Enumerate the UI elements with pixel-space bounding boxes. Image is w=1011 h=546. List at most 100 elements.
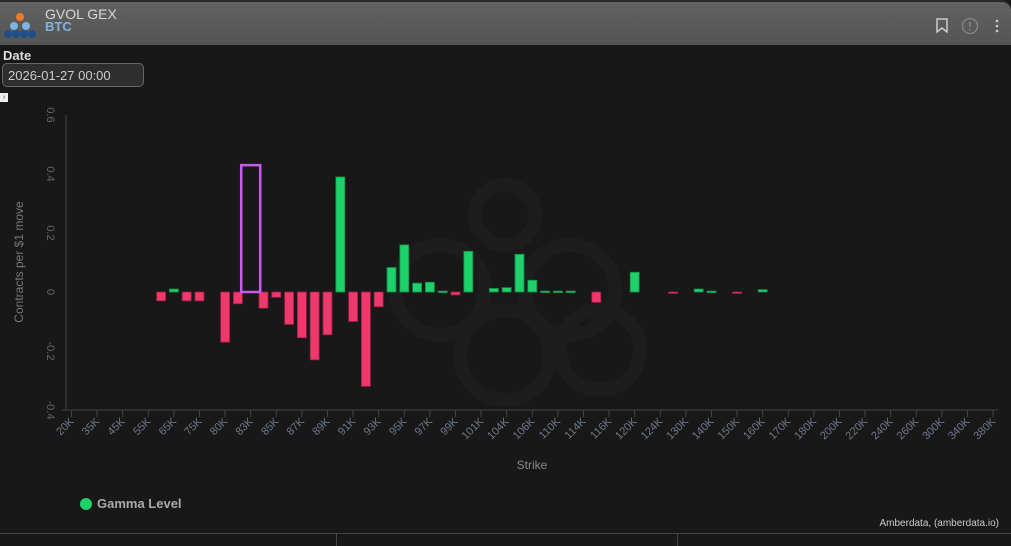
x-tick-label: 95K: [387, 415, 410, 438]
gamma-bar: [527, 279, 538, 293]
x-tick-label: 200K: [818, 415, 845, 442]
date-input[interactable]: [2, 63, 144, 87]
x-tick-label: 83K: [233, 415, 256, 438]
gamma-bar: [348, 291, 359, 322]
gamma-bar: [258, 291, 269, 309]
x-tick-label: 120K: [613, 415, 640, 442]
x-tick-label: 150K: [716, 415, 743, 442]
x-tick-label: 380K: [972, 415, 999, 442]
y-tick-label: 0: [44, 289, 56, 295]
gamma-bar: [565, 290, 576, 294]
x-tick-label: 170K: [767, 415, 794, 442]
x-tick-label: 85K: [259, 415, 282, 438]
y-tick-label: 0.4: [44, 166, 56, 181]
gamma-bar: [629, 271, 640, 293]
footer-bar: [0, 533, 1011, 546]
gamma-bar: [284, 291, 295, 325]
gamma-bar: [309, 291, 320, 361]
gamma-bar: [501, 287, 512, 293]
gamma-bar: [668, 291, 678, 294]
x-tick-label: 65K: [157, 415, 180, 438]
x-tick-label: 101K: [460, 415, 487, 442]
bookmark-icon[interactable]: [935, 18, 949, 34]
footer-divider: [336, 534, 337, 546]
gamma-bar: [424, 281, 435, 293]
watermark: [388, 178, 647, 407]
x-tick-label: 114K: [563, 415, 590, 442]
gamma-bar: [181, 291, 192, 302]
x-tick-label: 91K: [336, 415, 359, 438]
legend-dot-icon: [80, 497, 92, 510]
gamma-bar: [168, 288, 179, 293]
x-tick-label: 35K: [80, 415, 103, 438]
x-tick-label: 104K: [485, 415, 512, 442]
widget-subtitle: BTC: [45, 19, 72, 34]
gamma-bar: [296, 291, 307, 339]
gamma-bar: [386, 267, 397, 293]
gamma-bar: [488, 288, 499, 293]
gamma-bar: [399, 244, 410, 293]
widget-header: GVOL GEX BTC: [0, 0, 1011, 45]
gamma-bar: [232, 291, 243, 305]
gamma-bar: [322, 291, 333, 336]
amberdata-logo-icon: [4, 13, 36, 38]
expand-toggle[interactable]: ›: [0, 93, 8, 102]
footer-divider: [677, 534, 678, 546]
x-tick-label: 130K: [664, 415, 691, 442]
gamma-bar: [591, 291, 602, 303]
x-tick-label: 260K: [895, 415, 922, 442]
date-label: Date: [3, 48, 32, 63]
x-tick-label: 89K: [310, 415, 333, 438]
credit-text[interactable]: Amberdata, (amberdata.io): [879, 518, 999, 529]
legend-item-gamma-level[interactable]: Gamma Level: [80, 496, 182, 511]
x-tick-label: 20K: [54, 415, 77, 438]
x-tick-label: 180K: [792, 415, 819, 442]
x-tick-label: 93K: [361, 415, 384, 438]
gamma-bar: [360, 291, 371, 387]
x-tick-label: 110K: [537, 415, 564, 442]
x-tick-label: 45K: [105, 415, 128, 438]
gamma-bar: [220, 291, 231, 343]
gex-chart: -0.4-0.200.20.40.620K 35K 45K 55K 65K 75K 80K 8…: [12, 107, 999, 472]
x-tick-label: 300K: [920, 415, 947, 442]
gamma-bar: [706, 290, 717, 294]
y-tick-label: -0.2: [44, 342, 56, 361]
x-tick-label: 99K: [438, 415, 461, 438]
x-tick-label: 75K: [182, 415, 205, 438]
gamma-bar: [335, 176, 346, 293]
y-axis-label: Contracts per $1 move: [12, 201, 26, 323]
gamma-bar: [373, 291, 384, 308]
x-tick-label: 116K: [588, 415, 615, 442]
gamma-bar: [156, 291, 167, 302]
y-tick-label: 0.2: [44, 225, 56, 240]
x-tick-label: 55K: [131, 415, 154, 438]
x-axis-label: Strike: [517, 458, 548, 472]
x-tick-label: 106K: [511, 415, 538, 442]
gamma-bar: [540, 290, 550, 294]
gamma-bar: [732, 291, 742, 294]
highlighted-strike-box: [239, 163, 262, 294]
y-tick-label: -0.4: [44, 401, 56, 420]
x-tick-label: 160K: [741, 415, 768, 442]
x-tick-label: 124K: [639, 415, 666, 442]
legend-label: Gamma Level: [97, 496, 182, 511]
gamma-bar: [553, 290, 563, 294]
gamma-bar: [693, 288, 704, 293]
x-tick-label: 240K: [869, 415, 896, 442]
gamma-bar: [412, 282, 423, 293]
x-tick-label: 140K: [690, 415, 717, 442]
y-tick-label: 0.6: [44, 107, 56, 122]
more-icon[interactable]: [994, 18, 1000, 34]
gamma-bar: [437, 290, 448, 294]
gamma-bar: [450, 291, 461, 296]
info-icon[interactable]: [961, 17, 979, 35]
gamma-bar: [514, 253, 525, 293]
gamma-bar: [757, 289, 768, 293]
x-tick-label: 220K: [844, 415, 871, 442]
gamma-bar: [194, 291, 205, 302]
x-tick-label: 340K: [946, 415, 973, 442]
x-tick-label: 80K: [208, 415, 231, 438]
x-tick-label: 87K: [285, 415, 308, 438]
x-tick-label: 97K: [413, 415, 436, 438]
gamma-bar: [271, 291, 282, 298]
